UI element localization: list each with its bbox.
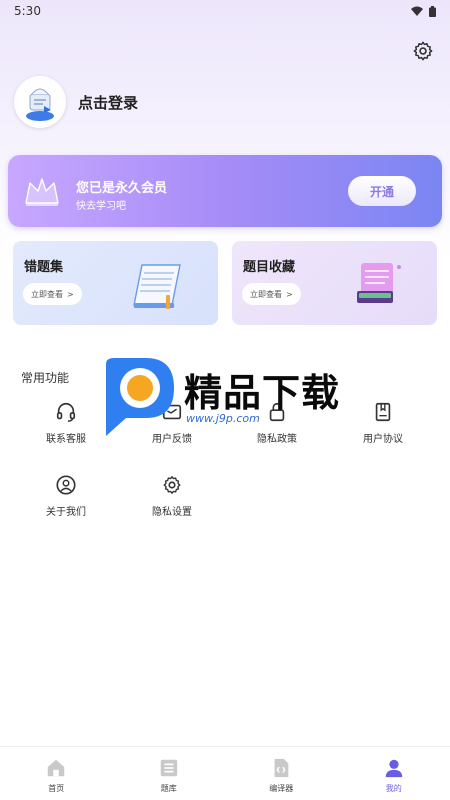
login-label[interactable]: 点击登录 <box>78 92 138 113</box>
user-agreement-label: 用户协议 <box>363 434 403 445</box>
about-us-item[interactable]: 关于我们 <box>26 474 106 518</box>
notebook-icon <box>133 264 181 309</box>
gear-icon <box>163 476 181 494</box>
wrong-questions-view-button[interactable]: 立即查看 > <box>23 283 82 305</box>
wrong-questions-card[interactable]: 错题集 立即查看 > <box>13 241 218 325</box>
common-functions-title: 常用功能 <box>21 371 70 385</box>
home-icon <box>48 759 65 777</box>
view-now-label: 立即查看 <box>250 289 282 299</box>
nav-compiler[interactable]: 编译器 <box>225 747 338 800</box>
chevron-right-icon: > <box>286 289 293 299</box>
open-vip-button[interactable]: 开通 <box>348 176 416 206</box>
book-icon <box>375 402 391 422</box>
nav-question-bank[interactable]: 题库 <box>113 747 226 800</box>
contact-support-label: 联系客服 <box>46 434 86 445</box>
watermark: 精品下载 www.j9p.com <box>96 356 356 438</box>
vip-subtitle: 快去学习吧 <box>76 201 126 212</box>
profile-login[interactable]: 点击登录 <box>14 76 138 128</box>
vip-membership-card: 您已是永久会员 快去学习吧 开通 <box>8 155 442 227</box>
bottom-navigation: 首页 题库 编译器 我的 <box>0 746 450 800</box>
avatar-illustration-icon <box>26 88 54 121</box>
nav-question-bank-label: 题库 <box>160 784 177 793</box>
privacy-settings-item[interactable]: 隐私设置 <box>132 474 212 518</box>
status-bar: 5:30 <box>0 0 450 22</box>
nav-home[interactable]: 首页 <box>0 747 113 800</box>
nav-compiler-label: 编译器 <box>269 784 294 793</box>
view-now-label: 立即查看 <box>31 289 63 299</box>
wifi-icon <box>411 6 423 16</box>
nav-mine[interactable]: 我的 <box>338 747 450 800</box>
bookmark-stack-icon <box>357 263 401 303</box>
about-us-label: 关于我们 <box>46 507 86 518</box>
chevron-right-icon: > <box>67 289 74 299</box>
favorites-title: 题目收藏 <box>243 260 296 275</box>
wrong-questions-title: 错题集 <box>24 260 64 275</box>
watermark-url: www.j9p.com <box>186 412 260 425</box>
list-icon <box>160 759 177 777</box>
watermark-logo-icon <box>106 358 174 436</box>
contact-support-item[interactable]: 联系客服 <box>26 401 106 445</box>
nav-home-label: 首页 <box>48 784 65 793</box>
crown-icon <box>25 178 59 206</box>
code-file-icon <box>274 758 289 778</box>
avatar[interactable] <box>14 76 66 128</box>
vip-title: 您已是永久会员 <box>76 181 168 196</box>
favorites-view-button[interactable]: 立即查看 > <box>242 283 301 305</box>
user-icon <box>385 759 402 778</box>
privacy-settings-label: 隐私设置 <box>152 507 192 518</box>
headset-icon <box>56 402 76 422</box>
status-time: 5:30 <box>14 4 41 18</box>
settings-gear-icon[interactable] <box>412 40 434 62</box>
favorites-card[interactable]: 题目收藏 立即查看 > <box>232 241 437 325</box>
watermark-text: 精品下载 <box>184 371 341 415</box>
person-circle-icon <box>56 475 76 495</box>
battery-icon <box>429 5 436 17</box>
nav-mine-label: 我的 <box>385 784 402 793</box>
